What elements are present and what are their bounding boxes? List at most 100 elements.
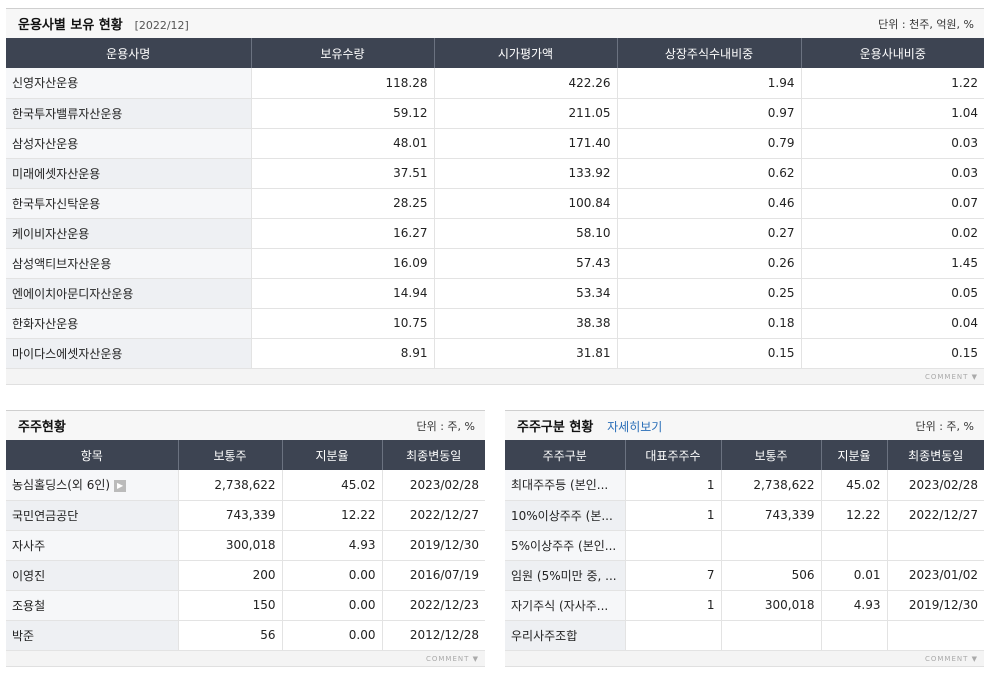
row-label-text: 자기주식 (자사주... <box>511 598 609 613</box>
cell-text: 2023/02/28 <box>409 477 479 492</box>
row-label-text: 자사주 <box>12 538 46 553</box>
expand-arrow-icon[interactable]: ▶ <box>114 479 127 492</box>
row-label: 자기주식 (자사주... <box>505 590 626 621</box>
cell-text: 16.27 <box>393 226 428 240</box>
cell-value: 1 <box>625 500 722 531</box>
row-label-text: 박준 <box>12 628 35 643</box>
row-label-text: 5%이상주주 (본인... <box>511 538 617 553</box>
comment-toggle[interactable]: COMMENT ▼ <box>6 368 984 385</box>
cell-text: 38.38 <box>576 316 611 330</box>
row-label: 우리사주조합 <box>505 620 626 651</box>
cell-text: 171.40 <box>568 136 611 150</box>
shareholder-table: 항목 보통주 지분율 최종변동일 농심홀딩스(외 6인) ▶ 2,738,622 45.02… <box>6 440 485 651</box>
cell-value: 0.04 <box>801 308 984 339</box>
cell-text: 31.81 <box>576 346 611 360</box>
cell-value: 0.00 <box>282 560 383 591</box>
table-row: 최대주주등 (본인... 1 2,738,622 45.02 2023/02/28 <box>505 470 984 501</box>
cell-text: 0.00 <box>348 568 376 582</box>
cell-text: 58.10 <box>576 226 611 240</box>
cell-value: 0.26 <box>617 248 802 279</box>
shareholder-type-table: 주주구분 대표주주수 보통주 지분율 최종변동일 최대주주등 (본인... 1 2,738,… <box>505 440 984 651</box>
cell-text: 211.05 <box>568 106 611 120</box>
table-row: 삼성액티브자산운용 16.09 57.43 0.26 1.45 <box>6 248 984 279</box>
cell-text: 743,339 <box>225 508 276 522</box>
row-label-text: 한화자산운용 <box>12 316 79 331</box>
cell-text: 100.84 <box>568 196 611 210</box>
cell-text: 8.91 <box>400 346 428 360</box>
details-link[interactable]: 자세히보기 <box>607 420 662 434</box>
row-label-text: 10%이상주주 (본... <box>511 508 613 523</box>
cell-value: 171.40 <box>434 128 618 159</box>
cell-value <box>721 530 822 561</box>
cell-text: 0.05 <box>951 286 978 300</box>
row-label: 자사주 <box>6 530 179 561</box>
cell-text: 2016/07/19 <box>409 568 479 582</box>
table-row: 5%이상주주 (본인... <box>505 530 984 561</box>
cell-value <box>821 620 888 651</box>
cell-text: 45.02 <box>341 477 376 492</box>
cell-text: 28.25 <box>393 196 428 210</box>
cell-text: 57.43 <box>576 256 611 270</box>
cell-text: 1 <box>706 598 715 612</box>
table-row: 국민연금공단 743,339 12.22 2022/12/27 <box>6 500 485 531</box>
cell-value: 1.22 <box>801 68 984 99</box>
cell-text: 0.15 <box>951 346 978 360</box>
cell-value: 4.93 <box>821 590 888 621</box>
cell-value: 0.97 <box>617 98 802 129</box>
cell-value: 743,339 <box>178 500 283 531</box>
cell-value: 4.93 <box>282 530 383 561</box>
cell-value: 1.94 <box>617 68 802 99</box>
cell-text: 0.25 <box>767 286 795 300</box>
table-row: 자사주 300,018 4.93 2019/12/30 <box>6 530 485 561</box>
column-header: 운용사내비중 <box>801 38 984 68</box>
cell-text: 1.45 <box>951 256 978 270</box>
cell-value: 100.84 <box>434 188 618 219</box>
cell-value: 37.51 <box>251 158 435 189</box>
column-header: 최종변동일 <box>887 440 984 470</box>
cell-value <box>821 530 888 561</box>
row-label-text: 이영진 <box>12 568 46 583</box>
cell-text: 2022/12/23 <box>409 598 479 612</box>
cell-value: 300,018 <box>721 590 822 621</box>
row-label-text: 최대주주등 (본인... <box>511 478 609 493</box>
row-label-text: 임원 (5%미만 중, ... <box>511 568 617 583</box>
cell-value: 2022/12/23 <box>382 590 485 621</box>
row-label: 이영진 <box>6 560 179 591</box>
row-label-text: 조용철 <box>12 598 46 613</box>
cell-value: 0.15 <box>617 338 802 369</box>
cell-value: 0.27 <box>617 218 802 249</box>
cell-value: 1 <box>625 470 722 501</box>
shareholder-type-panel: 주주구분 현황 자세히보기 단위 : 주, % 주주구분 대표주주수 보통주 지분율 최… <box>505 410 984 667</box>
cell-text: 118.28 <box>385 75 428 90</box>
cell-text: 150 <box>252 598 276 612</box>
table-row: 미래에셋자산운용 37.51 133.92 0.62 0.03 <box>6 158 984 189</box>
cell-text: 300,018 <box>764 598 815 612</box>
column-header: 상장주식수내비중 <box>617 38 802 68</box>
cell-text: 2012/12/28 <box>409 628 479 642</box>
cell-value <box>625 530 722 561</box>
row-label-text: 마이다스에셋자산운용 <box>12 346 123 361</box>
cell-text: 2022/12/27 <box>409 508 479 522</box>
cell-value: 53.34 <box>434 278 618 309</box>
cell-value: 2023/02/28 <box>887 470 984 501</box>
cell-text: 0.01 <box>853 568 881 582</box>
row-label: 한국투자신탁운용 <box>6 188 252 219</box>
cell-text: 16.09 <box>393 256 428 270</box>
column-header: 보통주 <box>721 440 822 470</box>
cell-value: 0.03 <box>801 158 984 189</box>
comment-toggle[interactable]: COMMENT ▼ <box>505 650 984 667</box>
column-header: 지분율 <box>821 440 888 470</box>
cell-value: 45.02 <box>821 470 888 501</box>
cell-value: 10.75 <box>251 308 435 339</box>
cell-text: 4.93 <box>348 538 376 552</box>
cell-value: 38.38 <box>434 308 618 339</box>
comment-toggle[interactable]: COMMENT ▼ <box>6 650 485 667</box>
panel-title: 주주현황 <box>18 420 66 435</box>
cell-text: 422.26 <box>568 75 611 90</box>
cell-value <box>625 620 722 651</box>
cell-text: 0.18 <box>767 316 795 330</box>
row-label-text: 신영자산운용 <box>12 76 79 91</box>
cell-value: 0.00 <box>282 590 383 621</box>
cell-value: 31.81 <box>434 338 618 369</box>
cell-text: 0.15 <box>767 346 795 360</box>
